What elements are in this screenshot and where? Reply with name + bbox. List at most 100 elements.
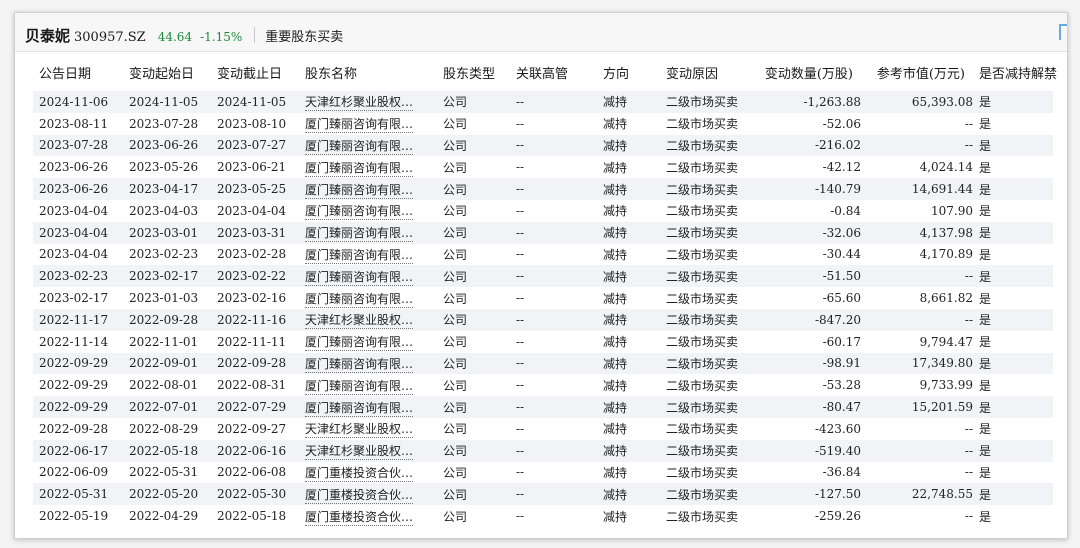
cell-reason: 二级市场买卖	[660, 461, 755, 484]
col-header-related-exec[interactable]: 关联高管	[510, 53, 597, 91]
cell-related-exec: --	[510, 439, 597, 462]
cell-holder-type: 公司	[437, 265, 510, 288]
stock-price: 44.64	[157, 30, 193, 44]
table-row[interactable]: 2022-06-09 2022-05-31 2022-06-08 厦门重楼投资合伙… 公…	[33, 461, 1053, 484]
col-header-market-value[interactable]: 参考市值(万元)	[861, 53, 973, 91]
table-row[interactable]: 2022-09-29 2022-08-01 2022-08-31 厦门臻丽咨询有限… 公…	[33, 374, 1053, 397]
cell-unlock-flag: 是	[973, 91, 1053, 113]
holder-name-link[interactable]: 天津红杉聚业股权…	[305, 313, 414, 330]
cell-announce-date: 2022-06-17	[33, 439, 123, 462]
cell-unlock-flag: 是	[973, 199, 1053, 222]
cell-holder-name: 厦门臻丽咨询有限…	[299, 199, 437, 222]
cell-start-date: 2022-09-01	[123, 352, 211, 375]
cell-quantity: -140.79	[755, 178, 861, 200]
cell-quantity: -30.44	[755, 243, 861, 266]
cell-announce-date: 2022-11-14	[33, 330, 123, 353]
cell-direction: 减持	[597, 178, 660, 200]
cell-related-exec: --	[510, 112, 597, 135]
table-row[interactable]: 2022-11-14 2022-11-01 2022-11-11 厦门臻丽咨询有限… 公…	[33, 330, 1053, 353]
col-header-direction[interactable]: 方向	[597, 53, 660, 91]
table-row[interactable]: 2023-06-26 2023-04-17 2023-05-25 厦门臻丽咨询有限… 公…	[33, 178, 1053, 200]
cell-unlock-flag: 是	[973, 461, 1053, 484]
table-row[interactable]: 2022-06-17 2022-05-18 2022-06-16 天津红杉聚业股权… 公…	[33, 439, 1053, 462]
holder-name-link[interactable]: 厦门臻丽咨询有限…	[305, 400, 414, 417]
col-header-unlock-flag[interactable]: 是否减持解禁	[973, 53, 1057, 91]
table-row[interactable]: 2024-11-06 2024-11-05 2024-11-05 天津红杉聚业股权… 公…	[33, 91, 1053, 113]
table-row[interactable]: 2022-11-17 2022-09-28 2022-11-16 天津红杉聚业股权… 公…	[33, 308, 1053, 331]
cell-start-date: 2023-04-17	[123, 178, 211, 200]
holder-name-link[interactable]: 厦门臻丽咨询有限…	[305, 335, 414, 352]
cell-reason: 二级市场买卖	[660, 134, 755, 157]
holder-name-link[interactable]: 厦门臻丽咨询有限…	[305, 138, 414, 155]
col-header-reason[interactable]: 变动原因	[660, 53, 755, 91]
table-row[interactable]: 2023-02-17 2023-01-03 2023-02-16 厦门臻丽咨询有限… 公…	[33, 287, 1053, 309]
table-row[interactable]: 2023-07-28 2023-06-26 2023-07-27 厦门臻丽咨询有限… 公…	[33, 134, 1053, 157]
holder-name-link[interactable]: 厦门臻丽咨询有限…	[305, 356, 414, 373]
holder-name-link[interactable]: 厦门臻丽咨询有限…	[305, 160, 414, 177]
col-header-announce-date[interactable]: 公告日期	[33, 53, 123, 91]
holder-name-link[interactable]: 厦门重楼投资合伙…	[305, 465, 414, 482]
table-row[interactable]: 2023-04-04 2023-02-23 2023-02-28 厦门臻丽咨询有限… 公…	[33, 243, 1053, 266]
cell-market-value: --	[861, 134, 973, 157]
cell-quantity: -216.02	[755, 134, 861, 157]
cell-holder-type: 公司	[437, 330, 510, 353]
cell-start-date: 2023-02-17	[123, 265, 211, 288]
holder-name-link[interactable]: 厦门臻丽咨询有限…	[305, 378, 414, 395]
table-row[interactable]: 2023-04-04 2023-03-01 2023-03-31 厦门臻丽咨询有限… 公…	[33, 221, 1053, 244]
cell-announce-date: 2023-02-17	[33, 287, 123, 309]
table-row[interactable]: 2022-09-28 2022-08-29 2022-09-27 天津红杉聚业股权… 公…	[33, 417, 1053, 440]
cell-related-exec: --	[510, 308, 597, 331]
cell-end-date: 2023-02-16	[211, 287, 299, 309]
cell-reason: 二级市场买卖	[660, 439, 755, 462]
cell-end-date: 2023-07-27	[211, 134, 299, 157]
cell-holder-type: 公司	[437, 178, 510, 200]
cell-start-date: 2023-06-26	[123, 134, 211, 157]
table-row[interactable]: 2023-06-26 2023-05-26 2023-06-21 厦门臻丽咨询有限… 公…	[33, 156, 1053, 179]
col-header-holder-name[interactable]: 股东名称	[299, 53, 437, 91]
cell-quantity: -51.50	[755, 265, 861, 288]
table-row[interactable]: 2022-05-31 2022-05-20 2022-05-30 厦门重楼投资合伙… 公…	[33, 483, 1053, 506]
cell-reason: 二级市场买卖	[660, 330, 755, 353]
cell-announce-date: 2023-02-23	[33, 265, 123, 288]
holder-name-link[interactable]: 厦门臻丽咨询有限…	[305, 247, 414, 264]
col-header-holder-type[interactable]: 股东类型	[437, 53, 510, 91]
table-row[interactable]: 2022-05-19 2022-04-29 2022-05-18 厦门重楼投资合伙… 公…	[33, 505, 1053, 527]
cell-direction: 减持	[597, 156, 660, 179]
cell-holder-type: 公司	[437, 308, 510, 331]
col-header-start-date[interactable]: 变动起始日	[123, 53, 211, 91]
holder-name-link[interactable]: 厦门重楼投资合伙…	[305, 487, 414, 504]
cell-direction: 减持	[597, 417, 660, 440]
holder-name-link[interactable]: 厦门臻丽咨询有限…	[305, 117, 414, 134]
cell-quantity: -847.20	[755, 308, 861, 331]
cell-holder-type: 公司	[437, 112, 510, 135]
cell-holder-name: 厦门重楼投资合伙…	[299, 505, 437, 527]
cell-holder-type: 公司	[437, 134, 510, 157]
cell-direction: 减持	[597, 461, 660, 484]
cell-related-exec: --	[510, 243, 597, 266]
holder-name-link[interactable]: 厦门臻丽咨询有限…	[305, 269, 414, 286]
holder-name-link[interactable]: 厦门臻丽咨询有限…	[305, 291, 414, 308]
table-row[interactable]: 2023-04-04 2023-04-03 2023-04-04 厦门臻丽咨询有限… 公…	[33, 199, 1053, 222]
table-row[interactable]: 2022-09-29 2022-09-01 2022-09-28 厦门臻丽咨询有限… 公…	[33, 352, 1053, 375]
holder-name-link[interactable]: 天津红杉聚业股权…	[305, 95, 414, 112]
holder-name-link[interactable]: 厦门臻丽咨询有限…	[305, 204, 414, 221]
stock-name[interactable]: 贝泰妮	[25, 25, 70, 46]
holder-name-link[interactable]: 厦门臻丽咨询有限…	[305, 226, 414, 243]
cell-related-exec: --	[510, 265, 597, 288]
table-row[interactable]: 2023-02-23 2023-02-17 2023-02-22 厦门臻丽咨询有限… 公…	[33, 265, 1053, 288]
table-row[interactable]: 2023-08-11 2023-07-28 2023-08-10 厦门臻丽咨询有限… 公…	[33, 112, 1053, 135]
holder-name-link[interactable]: 天津红杉聚业股权…	[305, 444, 414, 461]
table-row[interactable]: 2022-09-29 2022-07-01 2022-07-29 厦门臻丽咨询有限… 公…	[33, 396, 1053, 418]
cell-unlock-flag: 是	[973, 265, 1053, 288]
cell-announce-date: 2023-08-11	[33, 112, 123, 135]
cell-direction: 减持	[597, 308, 660, 331]
cell-related-exec: --	[510, 221, 597, 244]
holder-name-link[interactable]: 厦门臻丽咨询有限…	[305, 182, 414, 199]
holder-name-link[interactable]: 天津红杉聚业股权…	[305, 422, 414, 439]
cell-reason: 二级市场买卖	[660, 374, 755, 397]
holder-name-link[interactable]: 厦门重楼投资合伙…	[305, 509, 414, 526]
col-header-quantity[interactable]: 变动数量(万股)	[755, 53, 861, 91]
cell-reason: 二级市场买卖	[660, 308, 755, 331]
cell-holder-name: 厦门臻丽咨询有限…	[299, 243, 437, 266]
col-header-end-date[interactable]: 变动截止日	[211, 53, 299, 91]
